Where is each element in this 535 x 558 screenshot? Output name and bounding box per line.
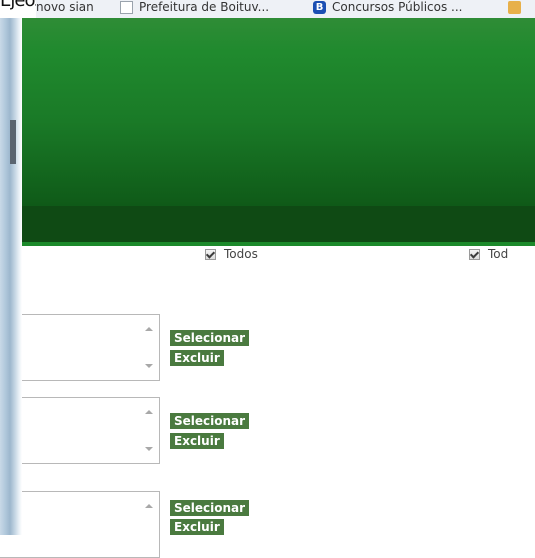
todos-label: Tod <box>488 247 509 261</box>
scroll-up-arrow-icon[interactable] <box>145 327 153 331</box>
scroll-down-arrow-icon[interactable] <box>145 364 153 368</box>
bookmark-prefeitura[interactable]: Prefeitura de Boituv... <box>120 0 269 17</box>
select-button-3[interactable]: Selecionar <box>170 500 250 516</box>
bookmark-label: novo sian <box>36 0 94 14</box>
scroll-down-arrow-icon[interactable] <box>145 447 153 451</box>
bookmark-label: Concursos Públicos ... <box>332 0 463 14</box>
browser-frame-strip <box>0 18 22 535</box>
list-box-3[interactable] <box>0 491 160 558</box>
select-button-1[interactable]: Selecionar <box>170 330 250 346</box>
bookmark-concursos[interactable]: B Concursos Públicos ... <box>313 0 463 17</box>
header-banner <box>20 18 535 206</box>
delete-button-2[interactable]: Excluir <box>170 433 224 449</box>
todos-checkbox-2[interactable]: Tod <box>469 246 508 262</box>
todos-checkbox-1[interactable]: Todos <box>205 246 258 262</box>
scroll-up-arrow-icon[interactable] <box>145 410 153 414</box>
checkbox-checked-icon[interactable] <box>469 248 480 260</box>
todos-label: Todos <box>224 247 258 261</box>
header-divider <box>20 242 535 246</box>
bookmarks-bar: novo sian Prefeitura de Boituv... B Conc… <box>36 0 535 18</box>
blogger-icon: B <box>313 0 326 14</box>
delete-button-1[interactable]: Excluir <box>170 350 224 366</box>
bookmark-novo-sian[interactable]: novo sian <box>36 0 94 17</box>
bookmark-label: Prefeitura de Boituv... <box>139 0 270 14</box>
list-box-2[interactable] <box>0 397 160 464</box>
checkbox-checked-icon[interactable] <box>205 248 216 260</box>
select-button-2[interactable]: Selecionar <box>170 413 250 429</box>
list-box-1[interactable] <box>0 314 160 381</box>
scroll-up-arrow-icon[interactable] <box>145 504 153 508</box>
page-icon <box>120 0 133 14</box>
scrollbar-thumb[interactable] <box>10 120 16 164</box>
corner-text: Ejéos <box>0 0 36 11</box>
header-nav-bar <box>20 206 535 242</box>
bookmark-folder[interactable] <box>508 0 527 17</box>
folder-icon <box>508 0 521 14</box>
delete-button-3[interactable]: Excluir <box>170 519 224 535</box>
